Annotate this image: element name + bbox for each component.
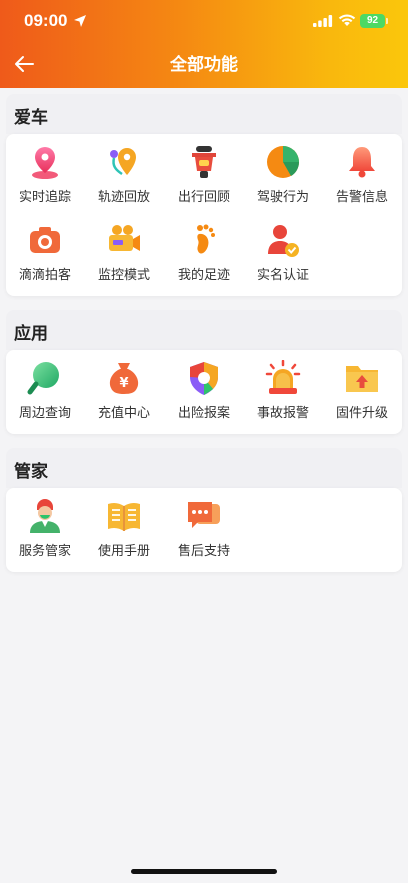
location-pin-icon xyxy=(32,147,58,179)
item-label: 出行回顾 xyxy=(177,190,230,205)
section-header-apps: 应用 xyxy=(6,310,402,350)
item-didi-photo[interactable]: 滴滴拍客 xyxy=(5,222,85,292)
item-my-footprint[interactable]: 我的足迹 xyxy=(164,222,244,292)
wifi-icon xyxy=(338,14,356,26)
chat-support-icon xyxy=(188,502,220,528)
bell-icon xyxy=(349,147,375,178)
section-title: 应用 xyxy=(14,324,48,344)
magnifier-icon xyxy=(27,362,59,395)
item-alarm-info[interactable]: 告警信息 xyxy=(322,144,402,214)
page-title: 全部功能 xyxy=(170,55,238,75)
battery-tip xyxy=(386,18,388,24)
section-title: 管家 xyxy=(14,462,48,482)
item-nearby-search[interactable]: 周边查询 xyxy=(5,360,85,430)
item-driving-behavior[interactable]: 驾驶行为 xyxy=(243,144,323,214)
camera-icon xyxy=(30,227,60,253)
item-label: 告警信息 xyxy=(335,190,388,205)
pie-chart-icon xyxy=(267,146,300,178)
location-arrow-icon xyxy=(74,15,86,27)
item-user-manual[interactable]: 使用手册 xyxy=(84,498,164,568)
route-icon xyxy=(110,148,136,176)
shield-icon xyxy=(190,362,218,395)
item-label: 驾驶行为 xyxy=(256,190,309,205)
item-realtime-tracking[interactable]: 实时追踪 xyxy=(5,144,85,214)
item-real-name-auth[interactable]: 实名认证 xyxy=(243,222,323,292)
item-label: 实时追踪 xyxy=(18,190,71,205)
folder-upload-icon xyxy=(346,366,378,392)
item-monitor-mode[interactable]: 监控模式 xyxy=(84,222,164,292)
video-camera-icon xyxy=(109,225,140,251)
home-indicator[interactable] xyxy=(131,869,277,874)
item-label: 使用手册 xyxy=(97,544,150,559)
section-card-car: 实时追踪 轨迹回放 出行回顾 驾驶行为 告警信息 滴滴拍客 监控模式 我的足迹 … xyxy=(6,134,402,296)
scooter-icon xyxy=(192,146,216,178)
item-label: 服务管家 xyxy=(18,544,71,559)
item-label: 我的足迹 xyxy=(177,268,230,283)
money-bag-icon: ¥ xyxy=(109,363,139,394)
battery-icon: 92 xyxy=(360,14,385,28)
section-card-apps: 周边查询 ¥ 充值中心 出险报案 事故报警 固件升级 xyxy=(6,350,402,434)
svg-text:¥: ¥ xyxy=(119,376,128,391)
item-label: 固件升级 xyxy=(335,406,388,421)
verified-user-icon xyxy=(268,225,299,257)
section-title: 爱车 xyxy=(14,108,48,128)
item-label: 出险报案 xyxy=(177,406,230,421)
status-time: 09:00 xyxy=(24,11,68,30)
item-label: 售后支持 xyxy=(177,544,230,559)
section-header-car: 爱车 xyxy=(6,94,402,134)
manual-book-icon xyxy=(108,502,140,531)
item-after-sales[interactable]: 售后支持 xyxy=(164,498,244,568)
signal-icon xyxy=(313,15,333,27)
alarm-light-icon xyxy=(265,360,301,394)
item-label: 监控模式 xyxy=(97,268,150,283)
item-label: 滴滴拍客 xyxy=(18,268,71,283)
item-label: 周边查询 xyxy=(18,406,71,421)
item-track-playback[interactable]: 轨迹回放 xyxy=(84,144,164,214)
butler-icon xyxy=(30,499,60,533)
footprint-icon xyxy=(197,224,215,254)
section-card-butler: 服务管家 使用手册 售后支持 xyxy=(6,488,402,572)
item-accident-alarm[interactable]: 事故报警 xyxy=(243,360,323,430)
section-header-butler: 管家 xyxy=(6,448,402,488)
item-label: 实名认证 xyxy=(256,268,309,283)
item-label: 轨迹回放 xyxy=(97,190,150,205)
item-recharge-center[interactable]: ¥ 充值中心 xyxy=(84,360,164,430)
item-trip-review[interactable]: 出行回顾 xyxy=(164,144,244,214)
item-firmware-upgrade[interactable]: 固件升级 xyxy=(322,360,402,430)
item-service-butler[interactable]: 服务管家 xyxy=(5,498,85,568)
item-label: 事故报警 xyxy=(256,406,309,421)
item-label: 充值中心 xyxy=(97,406,150,421)
status-bar: 09:00 92 xyxy=(0,0,408,44)
item-claim-report[interactable]: 出险报案 xyxy=(164,360,244,430)
